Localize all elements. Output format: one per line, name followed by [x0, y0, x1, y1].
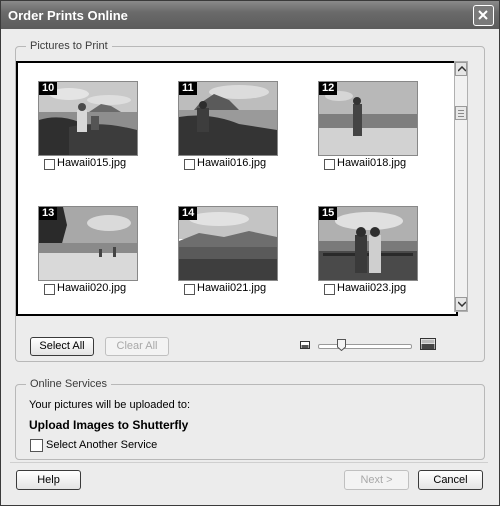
- large-thumbnail-icon: [420, 338, 436, 350]
- photo-checkbox[interactable]: [324, 159, 335, 170]
- close-icon: [478, 10, 488, 20]
- clear-all-button[interactable]: Clear All: [105, 337, 169, 356]
- photo-checkbox[interactable]: [184, 284, 195, 295]
- photo-item[interactable]: 11 Hawaii016.jpg: [178, 81, 278, 173]
- photo-checkbox[interactable]: [184, 159, 195, 170]
- scroll-down-button[interactable]: [455, 297, 467, 311]
- next-button[interactable]: Next >: [344, 470, 409, 490]
- photo-filename: Hawaii023.jpg: [337, 282, 407, 294]
- scroll-thumb[interactable]: [455, 106, 467, 120]
- photo-thumbnail[interactable]: 10: [38, 81, 138, 156]
- photo-checkbox[interactable]: [44, 159, 55, 170]
- select-another-service-label[interactable]: Select Another Service: [46, 439, 157, 451]
- window-title: Order Prints Online: [8, 8, 128, 23]
- vertical-scrollbar[interactable]: [454, 61, 468, 312]
- photo-number: 15: [319, 207, 338, 220]
- photo-number: 12: [319, 82, 338, 95]
- photo-filename: Hawaii021.jpg: [197, 282, 267, 294]
- photo-item[interactable]: 10 Hawaii015.jpg: [38, 81, 138, 173]
- scroll-up-button[interactable]: [455, 62, 467, 76]
- chevron-down-icon: [458, 301, 466, 307]
- photo-item[interactable]: 15 Hawaii023.jpg: [318, 206, 418, 298]
- small-thumbnail-icon: [300, 341, 310, 349]
- photo-thumbnail[interactable]: 12: [318, 81, 418, 156]
- picture-grid[interactable]: 10 Hawaii015.jpg 11 Hawaii016.jpg 12 Haw…: [16, 61, 458, 316]
- thumbnail-size-slider-track[interactable]: [318, 344, 412, 349]
- photo-filename: Hawaii015.jpg: [57, 157, 127, 169]
- help-button[interactable]: Help: [16, 470, 81, 490]
- photo-item[interactable]: 12 Hawaii018.jpg: [318, 81, 418, 173]
- photo-thumbnail[interactable]: 14: [178, 206, 278, 281]
- photo-thumbnail[interactable]: 13: [38, 206, 138, 281]
- select-all-button[interactable]: Select All: [30, 337, 94, 356]
- select-another-service-checkbox[interactable]: [30, 439, 43, 452]
- chevron-up-icon: [458, 66, 466, 72]
- cancel-button[interactable]: Cancel: [418, 470, 483, 490]
- photo-number: 11: [179, 82, 197, 95]
- photo-number: 13: [39, 207, 58, 220]
- photo-number: 10: [39, 82, 58, 95]
- photo-checkbox[interactable]: [44, 284, 55, 295]
- service-name: Upload Images to Shutterfly: [29, 418, 189, 432]
- photo-item[interactable]: 14 Hawaii021.jpg: [178, 206, 278, 298]
- photo-filename: Hawaii018.jpg: [337, 157, 407, 169]
- close-button[interactable]: [473, 5, 494, 26]
- photo-thumbnail[interactable]: 11: [178, 81, 278, 156]
- title-bar[interactable]: Order Prints Online: [1, 1, 499, 29]
- online-services-legend: Online Services: [30, 378, 108, 390]
- upload-notice: Your pictures will be uploaded to:: [29, 399, 191, 411]
- photo-filename: Hawaii016.jpg: [197, 157, 267, 169]
- photo-item[interactable]: 13 Hawaii020.jpg: [38, 206, 138, 298]
- photo-number: 14: [179, 207, 198, 220]
- thumbnail-size-slider-thumb[interactable]: [337, 339, 346, 351]
- photo-filename: Hawaii020.jpg: [57, 282, 127, 294]
- footer-divider: [10, 462, 488, 463]
- photo-thumbnail[interactable]: 15: [318, 206, 418, 281]
- photo-checkbox[interactable]: [324, 284, 335, 295]
- pictures-to-print-legend: Pictures to Print: [30, 40, 108, 52]
